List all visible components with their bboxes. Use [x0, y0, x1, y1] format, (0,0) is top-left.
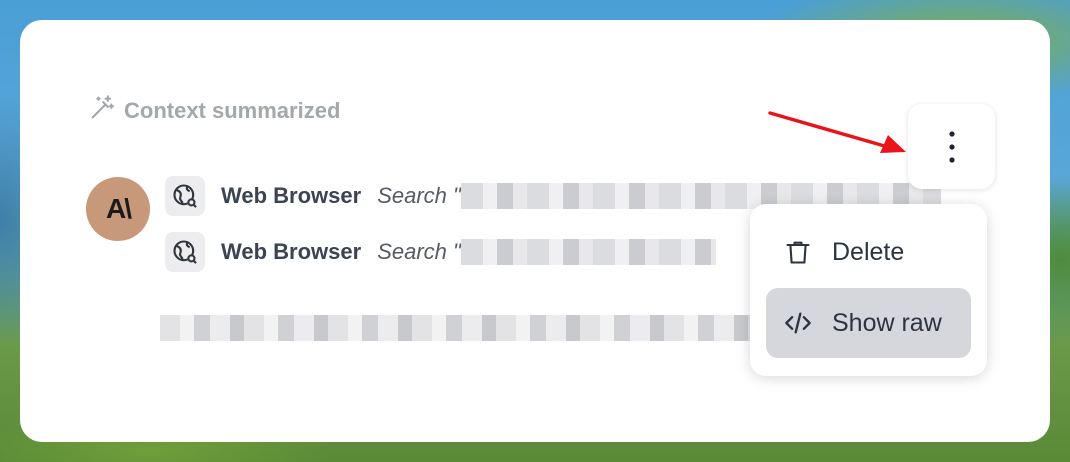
context-summary-label: Context summarized	[124, 98, 341, 123]
annotation-arrow-icon	[768, 111, 906, 153]
redacted-message-text	[160, 315, 755, 341]
assistant-avatar: A\	[86, 177, 150, 241]
context-summary: Context summarized	[88, 94, 340, 128]
menu-item-label: Delete	[832, 237, 905, 266]
magic-wand-icon	[88, 94, 116, 128]
tool-call-row[interactable]: Web Browser Search "	[165, 232, 716, 272]
menu-item-delete[interactable]: Delete	[766, 217, 971, 287]
tool-query: Search "	[377, 239, 461, 264]
tool-query: Search "	[377, 183, 461, 208]
menu-item-label: Show raw	[832, 308, 942, 337]
menu-item-show-raw[interactable]: Show raw	[766, 288, 971, 358]
globe-search-icon	[165, 176, 205, 216]
tool-name: Web Browser	[221, 183, 362, 208]
redacted-text	[460, 239, 716, 265]
more-options-button[interactable]	[908, 104, 995, 189]
options-dropdown: Delete Show raw	[750, 204, 987, 376]
code-icon	[785, 312, 811, 334]
globe-search-icon	[165, 232, 205, 272]
kebab-menu-icon	[948, 130, 955, 163]
tool-name: Web Browser	[221, 239, 362, 264]
trash-icon	[786, 241, 810, 264]
avatar-logo: A\	[106, 193, 132, 224]
